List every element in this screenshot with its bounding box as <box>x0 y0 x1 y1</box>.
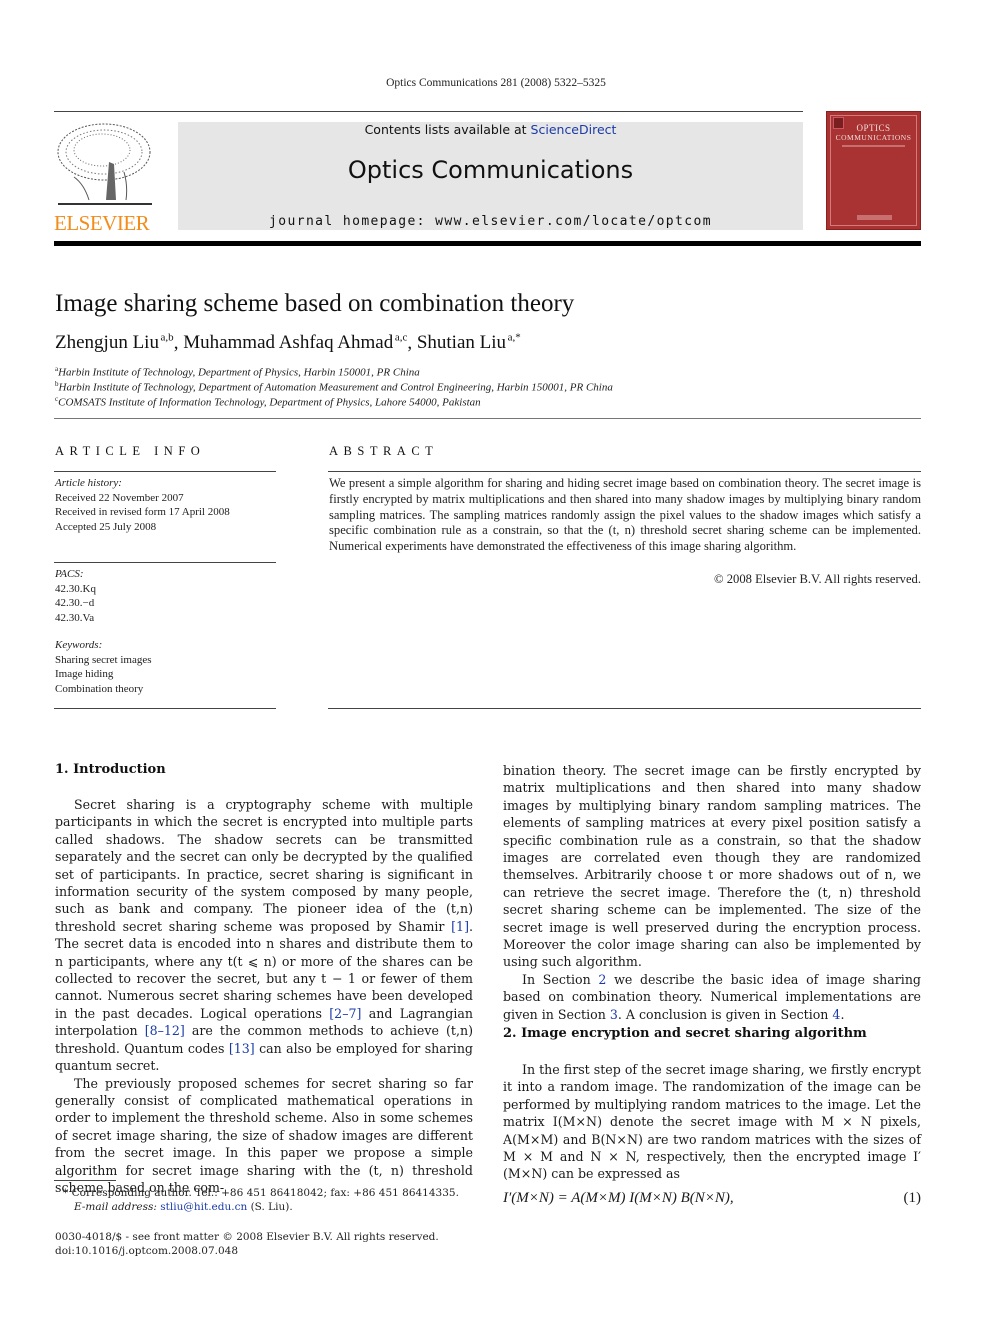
journal-name: Optics Communications <box>347 156 634 184</box>
contents-prefix: Contents lists available at <box>364 122 531 137</box>
article-info-rule <box>54 471 276 472</box>
pacs-item: 42.30.−d <box>55 597 95 609</box>
left-column: Secret sharing is a cryptography scheme … <box>55 796 473 1196</box>
section-heading: 2. Image encryption and secret sharing a… <box>503 1026 867 1041</box>
banner-rule <box>54 241 921 246</box>
journal-cover: Optics Communications <box>826 111 921 230</box>
keywords-list: Keywords: Sharing secret images Image hi… <box>55 639 152 695</box>
citation-link[interactable]: [13] <box>229 1041 255 1056</box>
doi-line[interactable]: doi:10.1016/j.optcom.2008.07.048 <box>55 1244 439 1258</box>
affiliation: aHarbin Institute of Technology, Departm… <box>55 365 420 379</box>
abstract-rule <box>328 708 921 709</box>
history-item: Accepted 25 July 2008 <box>55 520 157 533</box>
running-header: Optics Communications 281 (2008) 5322–53… <box>386 77 606 89</box>
corresponding-author-note: * Corresponding author. Tel.: +86 451 86… <box>63 1187 459 1213</box>
author[interactable]: Zhengjun Liu a,b <box>55 332 174 353</box>
equation-1: I′(M×N) = A(M×M) I(M×N) B(N×N), (1) <box>503 1190 921 1207</box>
footnote-rule <box>54 1180 116 1181</box>
author[interactable]: Muhammad Ashfaq Ahmad a,c <box>183 332 407 353</box>
pacs-item: 42.30.Kq <box>55 582 96 595</box>
affiliation: bHarbin Institute of Technology, Departm… <box>55 380 613 394</box>
history-item: Received in revised form 17 April 2008 <box>55 506 230 518</box>
article-info-heading: ARTICLE INFO <box>55 444 206 458</box>
keyword: Sharing secret images <box>55 653 152 666</box>
abstract-heading: ABSTRACT <box>329 444 439 458</box>
journal-banner: Contents lists available at ScienceDirec… <box>178 122 803 230</box>
equation-number: (1) <box>903 1190 922 1206</box>
cover-title: Optics Communications <box>835 123 912 143</box>
equation-body: I′(M×N) = A(M×M) I(M×N) B(N×N), <box>503 1190 734 1206</box>
citation-link[interactable]: [1] <box>451 919 469 934</box>
author[interactable]: Shutian Liu a,* <box>417 332 521 353</box>
pacs-list: PACS: 42.30.Kq 42.30.−d 42.30.Va <box>55 568 96 624</box>
keyword: Image hiding <box>55 668 114 680</box>
paragraph: In the first step of the secret image sh… <box>503 1062 921 1182</box>
keyword: Combination theory <box>55 682 144 695</box>
article-title: Image sharing scheme based on combinatio… <box>55 290 575 317</box>
right-column: bination theory. The secret image can be… <box>503 762 921 1023</box>
article-info-rule <box>54 562 276 563</box>
section-link[interactable]: 3 <box>610 1007 618 1022</box>
abstract-rule <box>328 471 921 472</box>
contents-line: Contents lists available at ScienceDirec… <box>178 122 803 137</box>
cover-subtitle-line <box>842 145 905 147</box>
article-info-rule <box>54 708 276 709</box>
issn-line: 0030-4018/$ - see front matter © 2008 El… <box>55 1231 439 1243</box>
elsevier-wordmark: ELSEVIER <box>54 211 150 235</box>
pacs-item: 42.30.Va <box>55 611 95 624</box>
citation-link[interactable]: [2–7] <box>329 1006 361 1021</box>
abstract-text: We present a simple algorithm for sharin… <box>329 476 921 554</box>
history-item: Received 22 November 2007 <box>55 491 184 504</box>
header-rule <box>54 111 803 112</box>
cover-publisher-mark <box>857 215 892 220</box>
sciencedirect-link[interactable]: ScienceDirect <box>531 122 617 137</box>
article-history: Article history: Received 22 November 20… <box>55 477 230 533</box>
front-matter: 0030-4018/$ - see front matter © 2008 El… <box>55 1230 439 1258</box>
paragraph: Secret sharing is a cryptography scheme … <box>55 797 473 1074</box>
email-link[interactable]: stliu@hit.edu.cn <box>160 1201 247 1213</box>
citation-link[interactable]: [8–12] <box>145 1023 185 1038</box>
affiliation: cCOMSATS Institute of Information Techno… <box>55 395 481 409</box>
right-column-section2: In the first step of the secret image sh… <box>503 1061 921 1183</box>
affiliation-rule <box>54 418 921 419</box>
paragraph: bination theory. The secret image can be… <box>503 763 921 970</box>
section-heading: 1. Introduction <box>55 762 166 777</box>
paragraph: In Section 2 we describe the basic idea … <box>503 971 921 1022</box>
paragraph: The previously proposed schemes for secr… <box>55 1075 473 1195</box>
author-list: Zhengjun Liu a,b, Muhammad Ashfaq Ahmad … <box>55 332 521 354</box>
journal-homepage[interactable]: journal homepage: www.elsevier.com/locat… <box>178 214 803 229</box>
abstract-copyright: © 2008 Elsevier B.V. All rights reserved… <box>714 572 921 586</box>
